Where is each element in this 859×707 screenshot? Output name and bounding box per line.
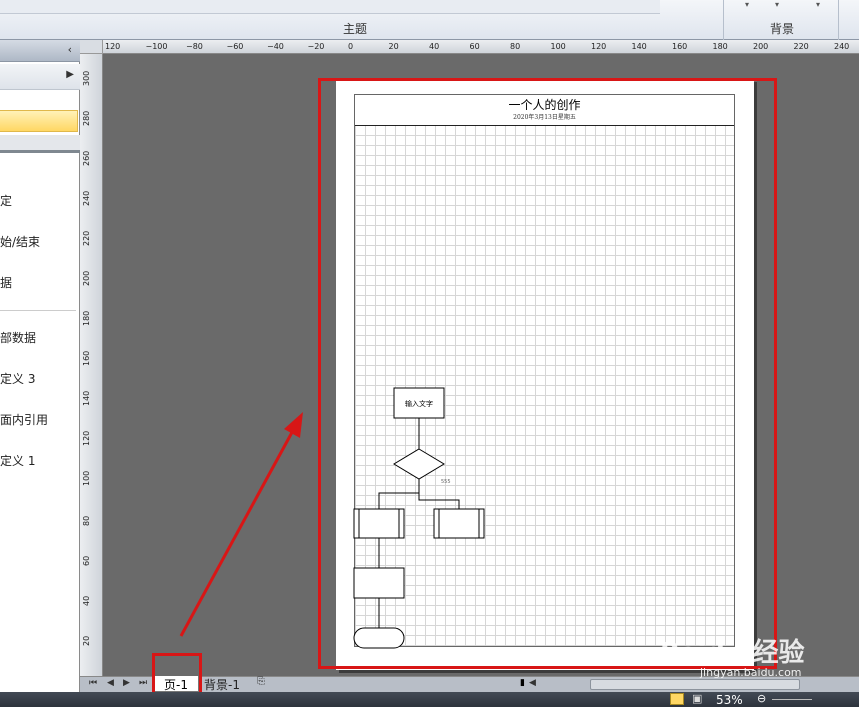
horizontal-ruler[interactable]: 120 −100 −80 −60 −40 −20 0 20 40 60 80 100 120 140 160… bbox=[103, 40, 859, 54]
ruler-tick-label: 180 bbox=[712, 42, 728, 51]
ruler-tick-label: 240 bbox=[834, 42, 850, 51]
watermark-url: jingyan.baidu.com bbox=[700, 666, 802, 679]
ruler-tick-label: 280 bbox=[82, 110, 91, 126]
ruler-tick-label: 220 bbox=[82, 230, 91, 246]
shape-item[interactable]: 据 bbox=[0, 274, 12, 291]
page-view-icon[interactable] bbox=[670, 693, 684, 705]
ruler-tick-label: 60 bbox=[82, 555, 91, 566]
ruler-tick-label: 40 bbox=[82, 595, 91, 606]
prev-page-icon[interactable]: ◀ bbox=[107, 678, 114, 688]
shape-item[interactable]: 定 bbox=[0, 192, 12, 209]
gallery-dropdown-icon[interactable]: ▾ bbox=[775, 0, 779, 9]
insert-page-icon[interactable]: ⎘ bbox=[250, 676, 272, 692]
stencil-header[interactable]: ▶ bbox=[0, 64, 80, 90]
stencil-divider bbox=[0, 135, 80, 153]
ruler-tick-label: 140 bbox=[631, 42, 647, 51]
tab-background-1[interactable]: 背景-1 bbox=[198, 676, 246, 692]
next-page-icon[interactable]: ▶ bbox=[123, 678, 130, 688]
ruler-corner[interactable] bbox=[80, 40, 103, 54]
ruler-tick-label: 80 bbox=[82, 515, 91, 526]
scroll-left-icon[interactable]: ◀ bbox=[529, 678, 536, 688]
highlight-tab-box bbox=[152, 653, 202, 695]
chevron-left-icon[interactable]: ‹ bbox=[68, 43, 72, 56]
shapes-panel: ‹ ▶ 定 始/结束 据 部数据 定义 3 面内引用 定义 1 bbox=[0, 40, 80, 692]
ruler-tick-label: −80 bbox=[186, 42, 203, 51]
vertical-ruler[interactable]: 300 280 260 240 220 200 180 160 140 120 100 80 60 40 2… bbox=[80, 54, 103, 676]
chevron-right-icon[interactable]: ▶ bbox=[66, 69, 74, 80]
shape-item[interactable]: 始/结束 bbox=[0, 233, 40, 250]
ruler-tick-label: 200 bbox=[82, 270, 91, 286]
ruler-tick-label: 20 bbox=[388, 42, 399, 51]
horizontal-scrollbar[interactable] bbox=[590, 679, 800, 690]
ruler-tick-label: 100 bbox=[82, 470, 91, 486]
ruler-tick-label: 260 bbox=[82, 150, 91, 166]
ruler-tick-label: 120 bbox=[82, 430, 91, 446]
first-page-icon[interactable]: ⏮ bbox=[89, 678, 97, 688]
last-page-icon[interactable]: ⏭ bbox=[139, 678, 147, 688]
ruler-tick-label: 80 bbox=[510, 42, 521, 51]
ruler-tick-label: 240 bbox=[82, 190, 91, 206]
ruler-tick-label: 180 bbox=[82, 310, 91, 326]
ribbon-gallery-strip bbox=[0, 0, 660, 14]
ruler-tick-label: 160 bbox=[82, 350, 91, 366]
shape-item[interactable]: 部数据 bbox=[0, 329, 36, 346]
ruler-tick-label: −20 bbox=[307, 42, 325, 51]
ruler-tick-label: 120 bbox=[105, 42, 121, 51]
ruler-tick-label: −100 bbox=[145, 42, 168, 51]
ruler-tick-label: −60 bbox=[226, 42, 244, 51]
ribbon: 主题 背景 ▾ ▾ ▾ bbox=[0, 0, 859, 40]
watermark-logo: Baidu 经验 bbox=[660, 638, 805, 668]
zoom-slider[interactable] bbox=[772, 699, 812, 700]
ruler-tick-label: 120 bbox=[591, 42, 607, 51]
ruler-tick-label: 140 bbox=[82, 390, 91, 406]
ruler-tick-label: 100 bbox=[550, 42, 566, 51]
ruler-tick-label: 60 bbox=[469, 42, 480, 51]
split-handle-icon[interactable]: ▮ bbox=[520, 678, 525, 688]
shape-item[interactable]: 定义 3 bbox=[0, 370, 35, 387]
shapes-panel-header: ‹ bbox=[0, 40, 80, 62]
ruler-tick-label: 220 bbox=[793, 42, 809, 51]
full-screen-icon[interactable]: ▣ bbox=[692, 692, 702, 705]
ruler-tick-label: 40 bbox=[429, 42, 440, 51]
ruler-tick-label: 300 bbox=[82, 70, 91, 86]
ruler-tick-label: 200 bbox=[753, 42, 769, 51]
gallery-dropdown-icon[interactable]: ▾ bbox=[745, 0, 749, 9]
shape-item[interactable]: 定义 1 bbox=[0, 452, 35, 469]
highlight-page-box bbox=[318, 78, 777, 669]
zoom-out-icon[interactable]: ⊖ bbox=[757, 692, 766, 705]
ruler-tick-label: 0 bbox=[348, 42, 354, 51]
gallery-dropdown-icon[interactable]: ▾ bbox=[816, 0, 820, 9]
group-label-background: 背景 bbox=[769, 22, 794, 36]
ruler-tick-label: −40 bbox=[267, 42, 284, 51]
shape-item[interactable]: 面内引用 bbox=[0, 411, 48, 428]
ruler-tick-label: 20 bbox=[82, 635, 91, 646]
ruler-tick-label: 160 bbox=[672, 42, 688, 51]
zoom-level[interactable]: 53% bbox=[716, 693, 743, 707]
group-label-theme: 主题 bbox=[342, 22, 367, 36]
stencil-selected-item[interactable] bbox=[0, 110, 78, 132]
